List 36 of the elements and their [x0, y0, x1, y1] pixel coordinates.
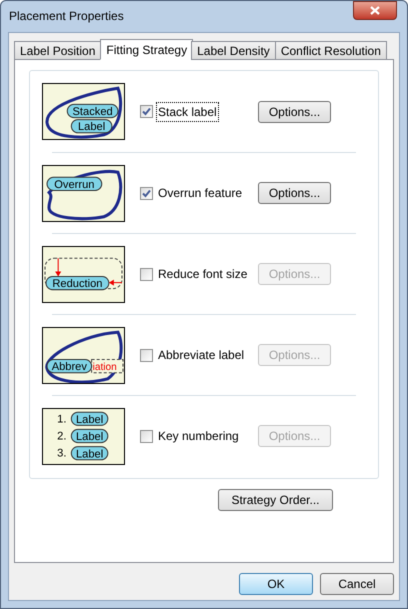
- tab[interactable]: Label Density: [191, 41, 276, 60]
- checkbox-label[interactable]: Reduce font size: [156, 264, 250, 284]
- window-title: Placement Properties: [9, 8, 124, 25]
- tab[interactable]: Conflict Resolution: [274, 41, 387, 60]
- checkbox-label[interactable]: Overrun feature: [156, 183, 244, 203]
- label-pill: Overrun: [46, 176, 102, 190]
- close-icon: [370, 6, 380, 15]
- label-pill: Label: [70, 428, 108, 443]
- close-button[interactable]: [353, 1, 397, 20]
- removed-text: iation: [91, 358, 124, 373]
- checkbox[interactable]: [140, 348, 153, 362]
- strategy-order-button[interactable]: Strategy Order...: [218, 489, 333, 511]
- checkbox[interactable]: [140, 268, 153, 280]
- label-pill: Label: [70, 411, 108, 426]
- label-pill: Abbrev: [46, 358, 92, 373]
- number-text: 1.: [57, 412, 66, 425]
- checkbox[interactable]: [140, 186, 153, 200]
- label-pill: Reduction: [46, 276, 110, 290]
- check-icon: [142, 188, 151, 198]
- checkbox[interactable]: [140, 105, 153, 118]
- label-pill: Label: [70, 446, 108, 460]
- number-text: 2.: [57, 430, 66, 442]
- options-button[interactable]: Options...: [258, 100, 331, 122]
- number-text: 3.: [57, 447, 66, 460]
- checkbox-label[interactable]: Abbreviate label: [156, 345, 246, 365]
- checkbox-label[interactable]: Key numbering: [156, 426, 241, 446]
- label-pill: Stacked: [66, 104, 118, 118]
- tab[interactable]: Label Position: [14, 41, 102, 60]
- options-button[interactable]: Options...: [258, 182, 331, 204]
- label-pill: Label: [70, 119, 112, 134]
- checkbox-label[interactable]: Stack label: [156, 102, 219, 122]
- options-button[interactable]: OK: [239, 573, 313, 595]
- options-button[interactable]: Cancel: [320, 573, 394, 595]
- checkbox[interactable]: [140, 430, 153, 442]
- check-icon: [142, 107, 151, 116]
- tab[interactable]: Fitting Strategy: [100, 39, 194, 60]
